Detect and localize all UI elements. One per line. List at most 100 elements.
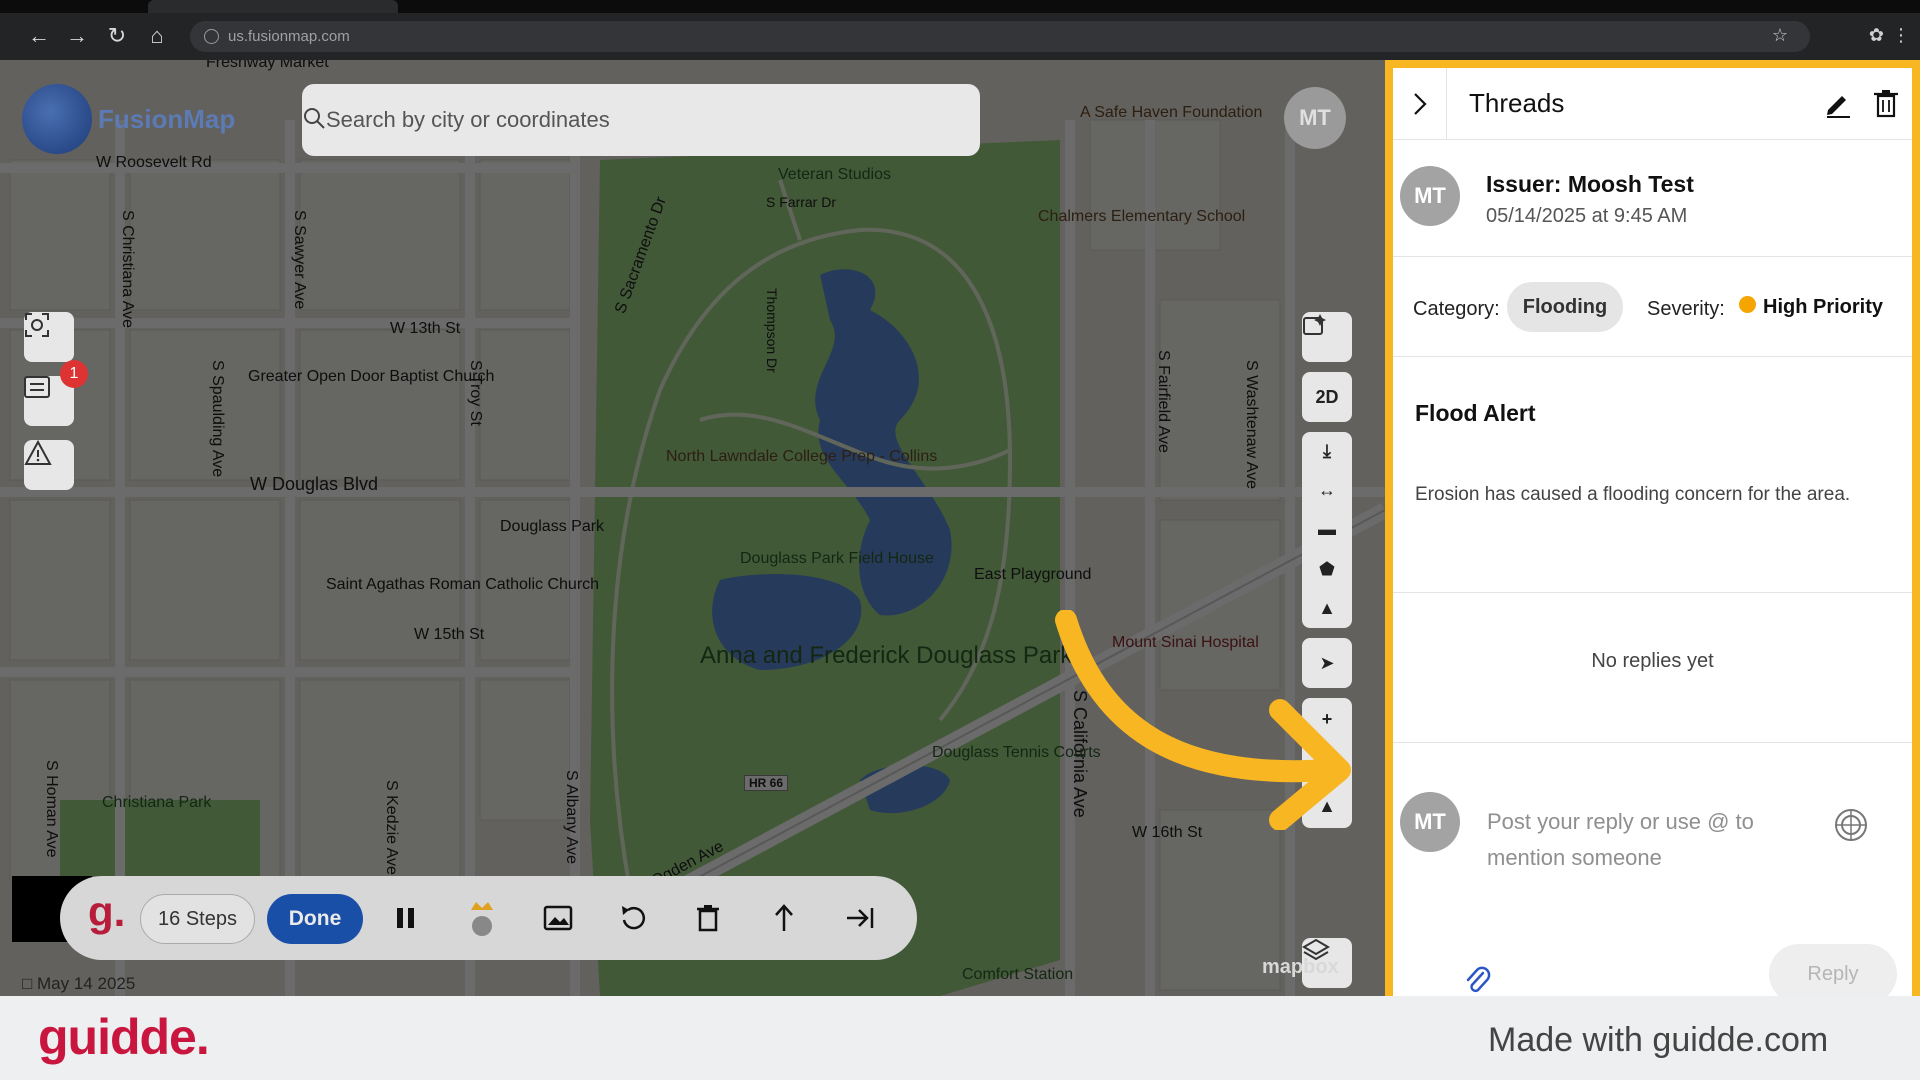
street-label: S Farrar Dr — [766, 194, 836, 210]
reply-input[interactable]: Post your reply or use @ to mention some… — [1487, 804, 1787, 876]
delete-icon[interactable] — [688, 898, 728, 938]
severity-dot — [1739, 296, 1756, 313]
alert-description: Erosion has caused a flooding concern fo… — [1415, 484, 1851, 505]
place-label: Douglass Tennis Courts — [932, 744, 1101, 761]
threads-header: Threads — [1393, 68, 1912, 140]
map-canvas[interactable]: W Roosevelt Rd W 13th St W Douglas Blvd … — [0, 60, 1385, 996]
place-label: A Safe Haven Foundation — [1080, 104, 1263, 121]
download-icon[interactable]: ⤓ — [1323, 441, 1331, 462]
place-label: Greater Open Door Baptist Church — [248, 368, 495, 385]
street-label: S Albany Ave — [563, 770, 580, 864]
street-label: S Christiana Ave — [119, 210, 136, 328]
street-label: S Homan Ave — [43, 760, 60, 858]
collapse-toolbar-icon[interactable] — [840, 898, 880, 938]
place-label: Fresnway Market — [206, 60, 329, 71]
alert-title: Flood Alert — [1415, 400, 1536, 426]
divider — [1393, 256, 1912, 257]
issuer-avatar: MT — [1400, 166, 1460, 226]
browser-toolbar: ← → ↻ ⌂ us.fusionmap.com ☆ ✿ ⋮ — [0, 13, 1920, 60]
logo-text: FusionMap — [98, 103, 236, 134]
search-input[interactable]: Search by city or coordinates — [326, 107, 610, 133]
premium-crown-icon[interactable] — [462, 898, 502, 938]
highway-shield: HR 66 — [744, 775, 789, 791]
place-label: Chalmers Elementary School — [1038, 208, 1246, 225]
site-info-icon[interactable] — [204, 29, 219, 44]
severity-label: Severity: — [1647, 298, 1725, 320]
street-label: S Spaulding Ave — [209, 360, 226, 478]
place-label: Douglass Park Field House — [740, 550, 934, 567]
extensions-icon[interactable]: ✿ — [1869, 25, 1884, 46]
recorder-toolbar: g. 16 Steps Done — [60, 876, 917, 960]
search-icon[interactable] — [302, 106, 326, 130]
date-text: May 14 2025 — [37, 974, 136, 993]
view-mode-toggle[interactable]: 2D — [1302, 372, 1352, 422]
severity-value: High Priority — [1763, 296, 1884, 318]
browser-tab-strip — [0, 0, 1920, 13]
divider — [1393, 592, 1912, 593]
collapse-panel-button[interactable] — [1393, 68, 1447, 140]
guidde-footer: guidde. Made with guidde.com — [0, 996, 1920, 1080]
street-label: S Kedzie Ave — [383, 780, 400, 875]
app-logo[interactable]: FusionMap — [22, 84, 235, 154]
search-bar[interactable]: Search by city or coordinates — [302, 84, 980, 156]
street-label: Thompson Dr — [764, 288, 780, 373]
made-with-text: Made with guidde.com — [1488, 1021, 1829, 1059]
place-label: Comfort Station — [962, 966, 1074, 983]
trash-icon[interactable] — [1871, 88, 1901, 118]
steps-counter[interactable]: 16 Steps — [140, 894, 255, 944]
place-label: Douglass Park — [500, 518, 605, 535]
category-badge: Flooding — [1507, 282, 1623, 332]
ai-assist-icon[interactable] — [1833, 807, 1869, 843]
tutorial-arrow-icon — [1055, 610, 1351, 830]
pause-icon[interactable] — [386, 898, 426, 938]
reply-avatar: MT — [1400, 792, 1460, 852]
back-icon[interactable]: ← — [24, 21, 54, 51]
chevron-right-icon — [1413, 93, 1427, 115]
street-label: W Roosevelt Rd — [96, 154, 212, 171]
place-label: North Lawndale College Prep - Collins — [666, 448, 938, 465]
issued-timestamp: 05/14/2025 at 9:45 AM — [1486, 205, 1688, 227]
calendar-icon: □ — [22, 974, 33, 993]
ruler-icon[interactable]: ▬ — [1318, 519, 1336, 540]
address-bar[interactable]: us.fusionmap.com — [190, 21, 1810, 52]
attachment-paperclip-icon[interactable] — [1463, 965, 1491, 995]
browser-tab[interactable] — [148, 0, 398, 13]
park-label: Anna and Frederick Douglass Park — [700, 642, 1073, 669]
focus-scan-icon[interactable] — [24, 312, 74, 362]
panel-title: Threads — [1469, 88, 1565, 118]
done-button[interactable]: Done — [267, 894, 363, 944]
fusionmap-logo-icon — [22, 84, 92, 154]
ai-edit-icon[interactable] — [1302, 312, 1352, 362]
user-avatar[interactable]: MT — [1284, 87, 1346, 149]
reply-button[interactable]: Reply — [1769, 944, 1897, 1004]
date-label: □ May 14 2025 — [22, 974, 135, 994]
browser-menu-icon[interactable]: ⋮ — [1892, 25, 1910, 46]
polygon-draw-icon[interactable]: ⬟ — [1319, 559, 1335, 580]
forward-icon[interactable]: → — [62, 21, 92, 51]
threads-panel: Threads MT Issuer: Moosh Test 05/14/2025… — [1385, 60, 1920, 1004]
undo-icon[interactable] — [614, 898, 654, 938]
guidde-brand: guidde. — [38, 1009, 210, 1065]
place-label: East Playground — [974, 566, 1092, 583]
bookmark-star-icon[interactable]: ☆ — [1772, 25, 1788, 46]
street-label: W Douglas Blvd — [250, 474, 379, 494]
place-label: Saint Agathas Roman Catholic Church — [326, 576, 600, 593]
split-view-icon[interactable]: ↔ — [1318, 480, 1336, 501]
divider — [1393, 742, 1912, 743]
street-label: W 13th St — [390, 320, 461, 337]
url-text: us.fusionmap.com — [228, 28, 350, 45]
no-replies-text: No replies yet — [1591, 650, 1714, 672]
map-tools-group: ⤓ ↔ ▬ ⬟ ▲ — [1302, 432, 1352, 628]
reload-icon[interactable]: ↻ — [102, 21, 132, 51]
divider — [1393, 356, 1912, 357]
street-label: S Sawyer Ave — [291, 210, 308, 310]
home-icon[interactable]: ⌂ — [142, 21, 172, 51]
screenshot-image-icon[interactable] — [538, 898, 578, 938]
guidde-logo: g. — [88, 888, 126, 935]
warning-icon[interactable] — [24, 440, 74, 490]
upload-arrow-icon[interactable] — [764, 898, 804, 938]
edit-pencil-icon[interactable] — [1823, 88, 1853, 118]
street-label: W 15th St — [414, 626, 485, 643]
mapbox-attribution[interactable]: mapbox — [1262, 956, 1339, 979]
street-label: S Fairfield Ave — [1155, 350, 1172, 453]
